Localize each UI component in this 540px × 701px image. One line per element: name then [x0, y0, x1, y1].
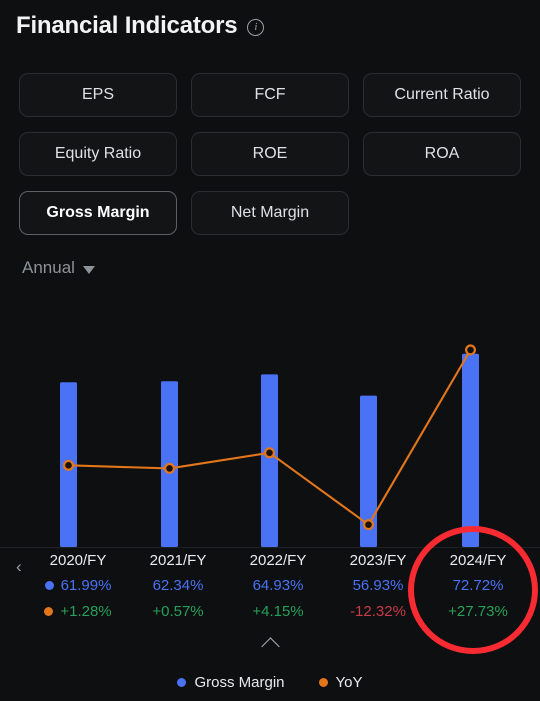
legend-item-gross-margin[interactable]: Gross Margin — [177, 674, 285, 691]
gross-margin-row: 56.93% — [328, 572, 428, 598]
period-label: 2022/FY — [249, 552, 307, 569]
yoy-row: +27.73% — [428, 598, 528, 624]
indicator-tab-group: EPS FCF Current Ratio Equity Ratio ROE R… — [19, 73, 523, 235]
tab-label: Current Ratio — [394, 86, 490, 103]
period-dropdown-value: Annual — [22, 258, 75, 277]
chart-line-marker — [264, 447, 276, 459]
tab-label: ROE — [252, 145, 288, 162]
table-columns: 2020/FY 61.99% +1.28% 2021/FY 62.34% +0.… — [0, 550, 540, 624]
tab-label: Equity Ratio — [54, 145, 142, 162]
tab-current-ratio[interactable]: Current Ratio — [363, 73, 521, 117]
tab-label: Gross Margin — [46, 204, 150, 221]
yoy-row: +1.28% — [28, 598, 128, 624]
table-column-2022: 2022/FY 64.93% +4.15% — [228, 550, 328, 624]
legend-dot-gross-margin — [177, 678, 187, 687]
legend-label: Gross Margin — [194, 674, 285, 691]
series-dot-yoy — [44, 606, 54, 616]
tab-roe[interactable]: ROE — [191, 132, 349, 176]
period-label: 2020/FY — [49, 552, 107, 569]
table-column-2020: 2020/FY 61.99% +1.28% — [28, 550, 128, 624]
chevron-down-icon — [82, 265, 95, 274]
yoy-value: -12.32% — [350, 602, 406, 620]
tab-label: EPS — [81, 86, 114, 103]
chart-bar — [462, 353, 479, 547]
chart-line-marker — [62, 459, 74, 471]
yoy-value: +27.73% — [448, 602, 508, 620]
gross-margin-value: 72.72% — [452, 576, 504, 594]
gross-margin-row: 61.99% — [28, 572, 128, 598]
yoy-value: +4.15% — [252, 602, 304, 620]
table-column-2021: 2021/FY 62.34% +0.57% — [128, 550, 228, 624]
tab-eps[interactable]: EPS — [19, 73, 177, 117]
period-label: 2024/FY — [449, 552, 507, 569]
chart-line-marker — [363, 519, 375, 531]
table-column-2024: 2024/FY 72.72% +27.73% — [428, 550, 528, 624]
gross-margin-row: 72.72% — [428, 572, 528, 598]
collapse-toggle[interactable] — [0, 634, 540, 656]
gross-margin-chart[interactable] — [0, 300, 540, 550]
yoy-row: +0.57% — [128, 598, 228, 624]
tab-fcf[interactable]: FCF — [191, 73, 349, 117]
page-title: Financial Indicators — [16, 12, 238, 39]
yoy-value: +1.28% — [60, 602, 112, 620]
chevron-left-icon[interactable]: ‹ — [16, 558, 22, 575]
chart-line-marker — [465, 344, 477, 356]
chart-canvas — [0, 344, 540, 548]
tab-net-margin[interactable]: Net Margin — [191, 191, 349, 235]
legend-label: YoY — [335, 674, 363, 691]
chart-data-table: ‹ 2020/FY 61.99% +1.28% 2021/FY 62.34% +… — [0, 550, 540, 624]
period-dropdown[interactable]: Annual — [22, 258, 95, 278]
gross-margin-row: 64.93% — [228, 572, 328, 598]
legend-item-yoy[interactable]: YoY — [318, 674, 363, 691]
tab-gross-margin[interactable]: Gross Margin — [19, 191, 177, 235]
gross-margin-value: 64.93% — [252, 576, 304, 594]
info-circle-icon[interactable]: i — [247, 19, 265, 36]
period-label: 2021/FY — [149, 552, 207, 569]
gross-margin-value: 61.99% — [60, 576, 112, 594]
panel-header: Financial Indicators i — [16, 12, 265, 40]
tab-label: ROA — [424, 145, 460, 162]
yoy-row: +4.15% — [228, 598, 328, 624]
tab-equity-ratio[interactable]: Equity Ratio — [19, 132, 177, 176]
yoy-row: -12.32% — [328, 598, 428, 624]
financial-indicators-panel: Financial Indicators i EPS FCF Current R… — [0, 0, 540, 701]
gross-margin-value: 56.93% — [352, 576, 404, 594]
chevron-up-icon — [260, 637, 280, 656]
tab-label: FCF — [254, 86, 286, 103]
gross-margin-value: 62.34% — [152, 576, 204, 594]
series-dot-gross-margin — [44, 580, 54, 590]
chart-bar — [261, 374, 278, 547]
yoy-value: +0.57% — [152, 602, 204, 620]
chart-legend: Gross Margin YoY — [0, 674, 540, 691]
table-column-2023: 2023/FY 56.93% -12.32% — [328, 550, 428, 624]
period-label: 2023/FY — [349, 552, 407, 569]
chart-line-marker — [164, 462, 176, 474]
legend-dot-yoy — [318, 678, 328, 687]
tab-roa[interactable]: ROA — [363, 132, 521, 176]
gross-margin-row: 62.34% — [128, 572, 228, 598]
tab-label: Net Margin — [230, 204, 310, 221]
